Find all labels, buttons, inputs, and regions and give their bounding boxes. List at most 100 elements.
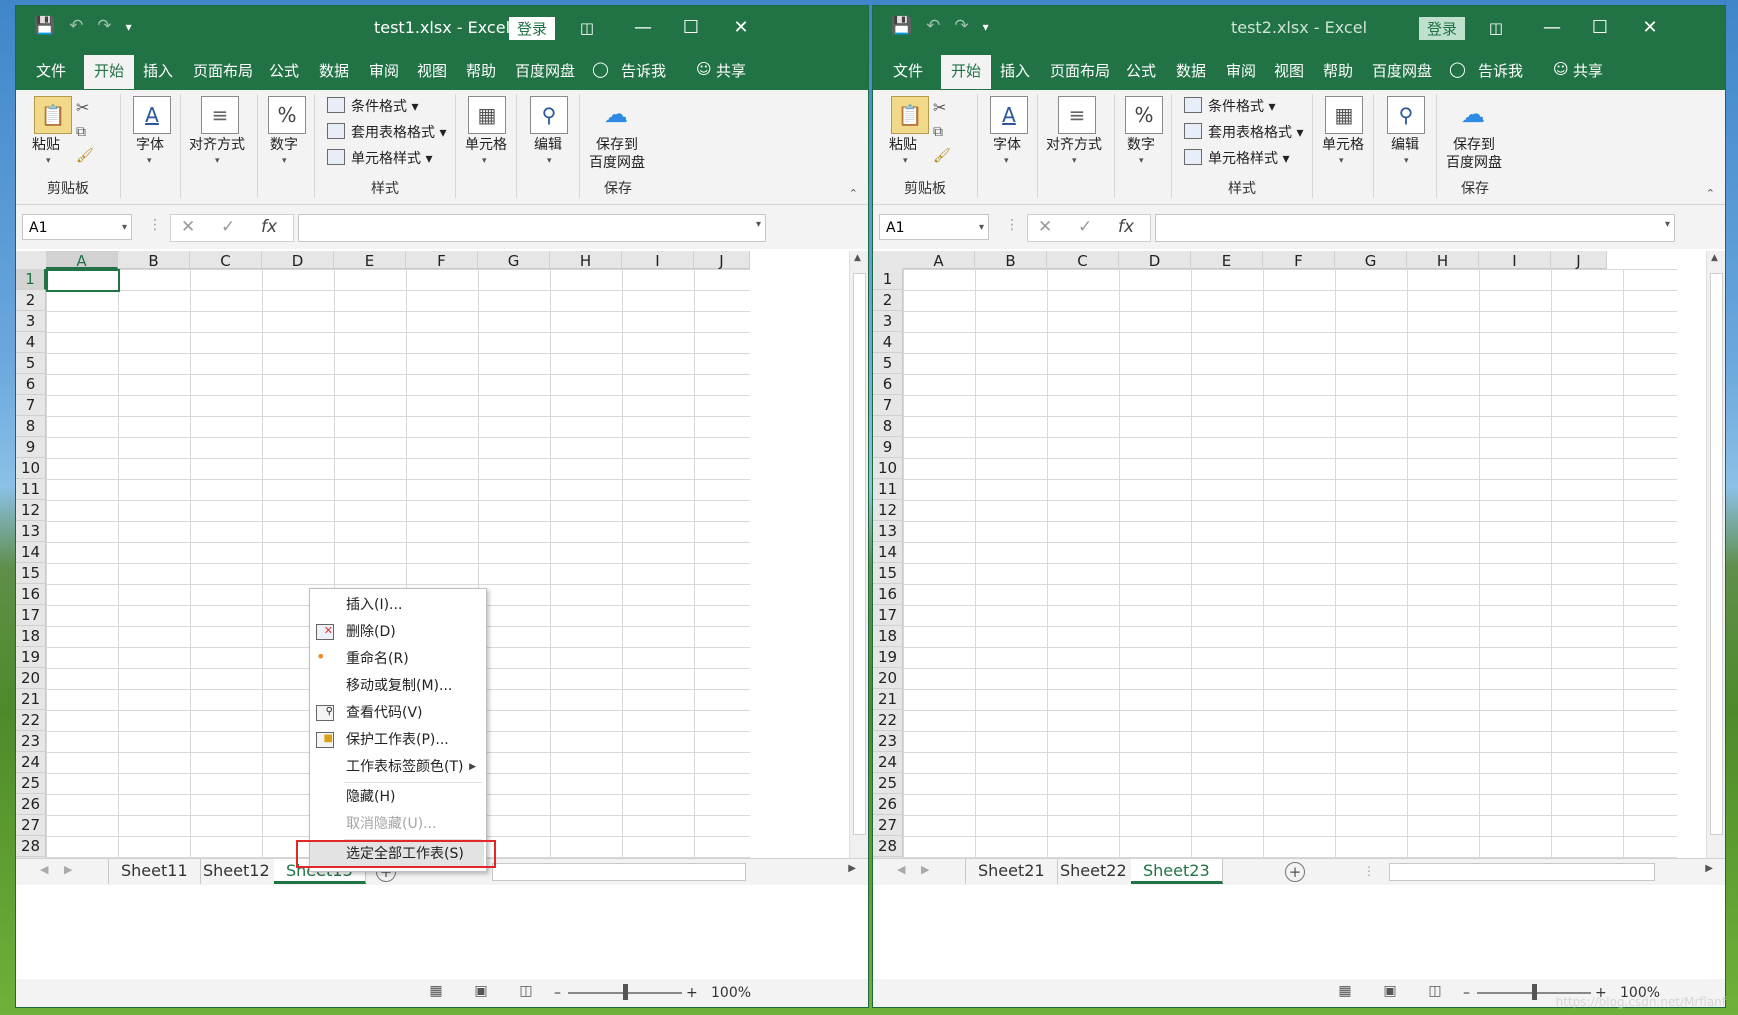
row-header[interactable]: 9 <box>873 437 903 458</box>
paste-button[interactable]: 粘贴 <box>32 134 60 154</box>
menu-item-insert[interactable]: 插入(I)... <box>310 592 486 618</box>
tab-view[interactable]: 视图 <box>417 60 447 81</box>
tab-help[interactable]: 帮助 <box>466 60 496 81</box>
sheet-tab-sheet11[interactable]: Sheet11 <box>108 859 201 884</box>
row-header[interactable]: 3 <box>873 311 903 332</box>
copy-icon[interactable]: ⧉ <box>933 124 943 140</box>
row-header[interactable]: 22 <box>873 710 903 731</box>
row-header[interactable]: 5 <box>873 353 903 374</box>
collapse-ribbon-icon[interactable]: ⌃ <box>849 187 858 200</box>
row-header[interactable]: 6 <box>873 374 903 395</box>
sheet-tab-sheet21[interactable]: Sheet21 <box>965 859 1058 884</box>
row-header[interactable]: 4 <box>16 332 46 353</box>
zoom-level[interactable]: 100% <box>711 985 751 1001</box>
prev-sheet-icon[interactable]: ◀ <box>40 863 48 876</box>
horizontal-scrollbar[interactable] <box>492 863 746 881</box>
row-header[interactable]: 2 <box>16 290 46 311</box>
row-header[interactable]: 27 <box>16 815 46 836</box>
zoom-slider-thumb[interactable] <box>1532 984 1537 1000</box>
row-header[interactable]: 16 <box>873 584 903 605</box>
cell-style-button[interactable]: 单元格样式 ▾ <box>1184 148 1289 168</box>
sheet-tab-sheet12[interactable]: Sheet12 <box>191 859 283 884</box>
number-button[interactable]: 数字 <box>1127 134 1155 154</box>
row-header[interactable]: 15 <box>873 563 903 584</box>
row-header[interactable]: 2 <box>873 290 903 311</box>
save-to-label[interactable]: 保存到 <box>1453 134 1495 154</box>
minimize-icon[interactable]: — <box>620 14 666 42</box>
align-icon[interactable]: ≡ <box>201 96 239 134</box>
horizontal-scrollbar[interactable] <box>1389 863 1655 881</box>
cancel-icon[interactable]: ✕ <box>181 217 195 237</box>
column-header[interactable]: H <box>550 251 622 270</box>
row-header[interactable]: 21 <box>16 689 46 710</box>
paste-icon[interactable]: 📋 <box>891 96 929 134</box>
row-header[interactable]: 25 <box>873 773 903 794</box>
vertical-scrollbar[interactable]: ▲ <box>1706 251 1725 858</box>
row-header[interactable]: 16 <box>16 584 46 605</box>
column-header[interactable]: I <box>1479 251 1551 270</box>
tab-home[interactable]: 开始 <box>84 55 135 89</box>
row-header[interactable]: 13 <box>16 521 46 542</box>
tab-formulas[interactable]: 公式 <box>1126 60 1156 81</box>
row-header[interactable]: 20 <box>873 668 903 689</box>
row-header[interactable]: 6 <box>16 374 46 395</box>
row-header[interactable]: 12 <box>873 500 903 521</box>
expand-formula-icon[interactable]: ▾ <box>1665 219 1670 230</box>
ribbon-display-icon[interactable]: ◫ <box>1473 14 1519 42</box>
row-header[interactable]: 27 <box>873 815 903 836</box>
sheet-tab-sheet23[interactable]: Sheet23 <box>1131 859 1223 884</box>
tab-insert[interactable]: 插入 <box>1000 60 1030 81</box>
column-header[interactable]: C <box>1047 251 1119 270</box>
column-header[interactable]: I <box>622 251 694 270</box>
font-button[interactable]: 字体 <box>993 134 1021 154</box>
formula-input[interactable]: ▾ <box>1155 214 1675 242</box>
baidu-disk-label[interactable]: 百度网盘 <box>589 152 645 172</box>
scroll-up-icon[interactable]: ▲ <box>1711 253 1718 263</box>
paste-button[interactable]: 粘贴 <box>889 134 917 154</box>
row-header[interactable]: 11 <box>873 479 903 500</box>
next-sheet-icon[interactable]: ▶ <box>921 863 929 876</box>
column-header[interactable]: E <box>1191 251 1263 270</box>
format-painter-icon[interactable]: 🖌 <box>933 148 951 164</box>
tab-file[interactable]: 文件 <box>893 60 923 81</box>
cells-icon[interactable]: ▦ <box>1325 96 1363 134</box>
conditional-format-button[interactable]: 条件格式 ▾ <box>1184 96 1275 116</box>
row-header[interactable]: 11 <box>16 479 46 500</box>
row-header[interactable]: 4 <box>873 332 903 353</box>
zoom-out-icon[interactable]: – <box>1463 985 1470 1001</box>
scroll-right-icon[interactable]: ▶ <box>848 863 856 874</box>
scroll-up-icon[interactable]: ▲ <box>854 253 861 263</box>
row-header[interactable]: 1 <box>16 269 46 290</box>
enter-icon[interactable]: ✓ <box>221 217 235 237</box>
zoom-out-icon[interactable]: – <box>554 985 561 1001</box>
column-header[interactable]: D <box>262 251 334 270</box>
tab-formulas[interactable]: 公式 <box>269 60 299 81</box>
ribbon-display-icon[interactable]: ◫ <box>564 14 610 42</box>
row-header[interactable]: 17 <box>16 605 46 626</box>
column-header[interactable]: B <box>975 251 1047 270</box>
formula-input[interactable]: ▾ <box>298 214 766 242</box>
row-header[interactable]: 23 <box>873 731 903 752</box>
edit-button[interactable]: 编辑 <box>1391 134 1419 154</box>
cut-icon[interactable]: ✂ <box>933 98 946 117</box>
minimize-icon[interactable]: — <box>1529 14 1575 42</box>
row-header[interactable]: 19 <box>873 647 903 668</box>
row-header[interactable]: 5 <box>16 353 46 374</box>
row-header[interactable]: 14 <box>16 542 46 563</box>
tab-help[interactable]: 帮助 <box>1323 60 1353 81</box>
row-header[interactable]: 26 <box>16 794 46 815</box>
menu-item-protect-sheet[interactable]: ■ 保护工作表(P)... <box>310 727 486 753</box>
menu-item-tab-color[interactable]: 工作表标签颜色(T) ▶ <box>310 754 486 780</box>
tab-page-layout[interactable]: 页面布局 <box>193 60 253 81</box>
page-layout-view-icon[interactable]: ▣ <box>471 983 491 1001</box>
percent-icon[interactable]: % <box>268 96 306 134</box>
column-header[interactable]: J <box>1551 251 1607 270</box>
column-header[interactable]: A <box>46 251 118 270</box>
row-header[interactable]: 10 <box>16 458 46 479</box>
column-header[interactable]: E <box>334 251 406 270</box>
save-to-label[interactable]: 保存到 <box>596 134 638 154</box>
tab-view[interactable]: 视图 <box>1274 60 1304 81</box>
zoom-in-icon[interactable]: + <box>686 985 698 1001</box>
name-box[interactable]: A1 ▾ <box>22 214 132 240</box>
tab-home[interactable]: 开始 <box>941 55 992 89</box>
